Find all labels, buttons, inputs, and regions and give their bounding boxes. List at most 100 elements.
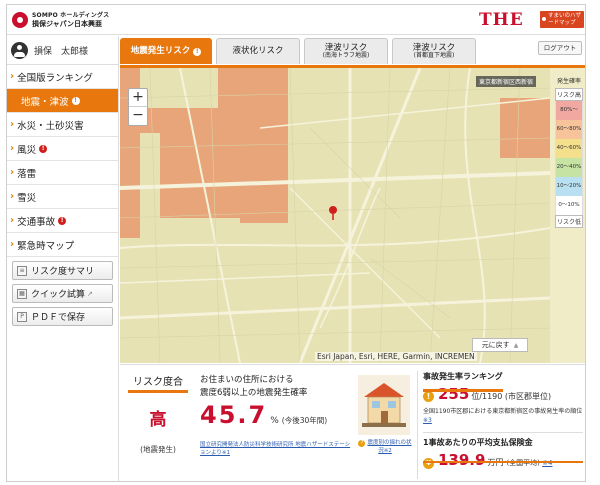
premium-value: 139.9 [438,451,486,469]
tab-label: 地震発生リスク [130,45,191,56]
tab-sublabel: (首都直下地震) [413,51,455,59]
sidebar-item-3[interactable]: › 風災! [7,137,118,161]
hazard-map-badge: すまいのハザードマップ [540,11,584,28]
legend-band: 80%〜 [555,101,583,120]
sidebar-item-label: 風災 [17,144,37,156]
probability-value: 45.7 [200,401,268,429]
accident-bar [423,389,503,392]
map-attribution: Esri Japan, Esri, HERE, Garmin, INCREMEN [315,352,477,361]
warning-icon: ! [71,96,80,105]
header: SOMPO ホールディングス 損保ジャパン日本興亜 THE すまいのハザードマッ… [7,5,585,35]
panel-divider [417,371,418,479]
calculator-icon: ▦ [17,288,27,299]
legend-band: 20〜40% [555,158,583,177]
sidebar-buttons: ≡ リスク度サマリ ▦ クイック試算 ↗ P ＰＤＦで保存 [7,261,118,326]
sidebar: 損保 太郎様 › 全国版ランキング 地震・津波! › 水災・土砂災害 › 風災! › 落雷 › 雪災… [7,36,119,481]
shaking-info-text: 震度別の揺れの状況※2 [367,440,412,454]
risk-level-title: リスク度合 [128,373,188,393]
yen-icon: ¥ [423,458,434,469]
reset-label: 元に戻す [481,341,510,349]
user-row: 損保 太郎様 [7,36,118,65]
sidebar-item-4[interactable]: › 落雷 [7,161,118,185]
sidebar-item-0[interactable]: › 全国版ランキング [7,65,118,89]
premium-title: 1事故あたりの平均支払保険金 [423,432,583,448]
sompo-logo-icon [12,12,28,28]
accident-note-link[interactable]: ※3 [423,417,432,424]
chevron-right-icon: › [10,167,15,178]
chevron-right-icon: › [10,215,15,226]
app-window: SOMPO ホールディングス 損保ジャパン日本興亜 THE すまいのハザードマッ… [6,4,586,482]
sidebar-item-label: 水災・土砂災害 [17,120,84,132]
sidebar-nav: › 全国版ランキング 地震・津波! › 水災・土砂災害 › 風災! › 落雷 › 雪災 › 交通事故! ›… [7,65,118,257]
probability-legend: 発生確率 リスク高 80%〜 60〜80% 40〜60% 20〜40% 10〜20% 0〜… [555,76,583,228]
hazard-badge-text: すまいのハザードマップ [548,13,582,26]
tab-earthquake-risk[interactable]: 地震発生リスク! [120,38,212,64]
logo-bottom-text: 損保ジャパン日本興亜 [32,20,102,28]
chevron-right-icon: › [10,191,15,202]
sidebar-item-label: 地震・津波 [21,96,69,108]
zoom-out-button[interactable]: − [129,107,147,125]
exclamation-icon: ! [423,391,434,402]
legend-low-label: リスク低 [555,215,583,228]
accident-rank-denominator: 位/1190 (市区郡単位) [471,392,552,401]
accident-title: 事故発生率ランキング [423,372,503,381]
warning-icon: ! [39,144,48,153]
tab-sublabel: (南海トラフ地震) [322,51,370,59]
sidebar-item-5[interactable]: › 雪災 [7,185,118,209]
logout-button[interactable]: ログアウト [538,41,582,55]
sidebar-item-7[interactable]: › 緊急時マップ [7,233,118,257]
risk-level-sub: (地震発生) [140,445,176,454]
accident-description: 全国1190市区郡における東京都新宿区の事故発生率の順位 ※3 [423,407,583,425]
house-icon [358,375,410,435]
sidebar-button-label: クイック試算 [31,290,86,300]
probability-line2: 震度6弱以上の地震発生確率 [200,388,308,398]
sidebar-button-label: リスク度サマリ [31,267,95,277]
sidebar-button-0[interactable]: ≡ リスク度サマリ [12,261,113,280]
map-svg [120,68,550,363]
sidebar-item-1[interactable]: 地震・津波! [7,89,118,113]
sidebar-item-label: 緊急時マップ [17,240,75,252]
chevron-right-icon: › [10,239,15,250]
legend-high-label: リスク高 [555,88,583,101]
legend-title: 発生確率 [556,78,581,85]
sidebar-button-1[interactable]: ▦ クイック試算 ↗ [12,284,113,303]
zoom-control: + − [128,88,148,126]
warning-icon: ! [58,216,67,225]
external-link-icon: ↗ [87,289,93,298]
pdf-icon: P [17,311,27,322]
question-icon: ? [358,440,366,447]
tab-label: 液状化リスク [232,45,284,56]
premium-bar [423,461,583,463]
legend-band: 0〜10% [555,196,583,215]
chevron-right-icon: › [10,71,15,82]
accident-rank: 255 [438,385,470,403]
tab-tsunami-nankai[interactable]: 津波リスク (南海トラフ地震) [304,38,388,64]
sidebar-item-6[interactable]: › 交通事故! [7,209,118,233]
the-logo: THE [479,10,524,30]
accident-panel: 事故発生率ランキング ! 255 位/1190 (市区郡単位) 全国1190市区… [423,371,583,481]
premium-note: (全国平均) ※4 [506,458,552,468]
accident-rank-row: ! 255 位/1190 (市区郡単位) [423,385,583,403]
probability-unit: % [270,416,279,426]
tab-bar: 地震発生リスク! 液状化リスク 津波リスク (南海トラフ地震) 津波リスク (首… [120,36,585,66]
user-name: 損保 太郎様 [34,46,89,57]
sidebar-item-label: 雪災 [17,192,37,204]
sidebar-item-label: 全国版ランキング [17,72,93,84]
map-panel: + − 東京都新宿区西新宿 元に戻す ▲ Esri Japan, Esri, HE… [120,68,585,363]
sidebar-item-2[interactable]: › 水災・土砂災害 [7,113,118,137]
list-icon: ≡ [17,265,27,276]
legend-band: 40〜60% [555,139,583,158]
chevron-right-icon: › [10,143,15,154]
user-avatar-icon [11,41,28,59]
probability-source-link[interactable]: 国立研究開発法人防災科学技術研究所 地震ハザードステーションより※1 [200,441,355,457]
tab-liquefaction-risk[interactable]: 液状化リスク [216,38,300,64]
warning-icon: ! [193,47,202,56]
map-reset-button[interactable]: 元に戻す ▲ [472,338,528,352]
shaking-info-link[interactable]: ? 震度別の揺れの状況※2 [356,439,414,455]
legend-band: 60〜80% [555,120,583,139]
sidebar-button-2[interactable]: P ＰＤＦで保存 [12,307,113,326]
zoom-in-button[interactable]: + [129,89,147,107]
tab-tsunami-tokyo[interactable]: 津波リスク (首都直下地震) [392,38,476,64]
risk-level-value: 高 [149,410,167,430]
map-canvas[interactable]: + − 東京都新宿区西新宿 元に戻す ▲ Esri Japan, Esri, HE… [120,68,550,363]
